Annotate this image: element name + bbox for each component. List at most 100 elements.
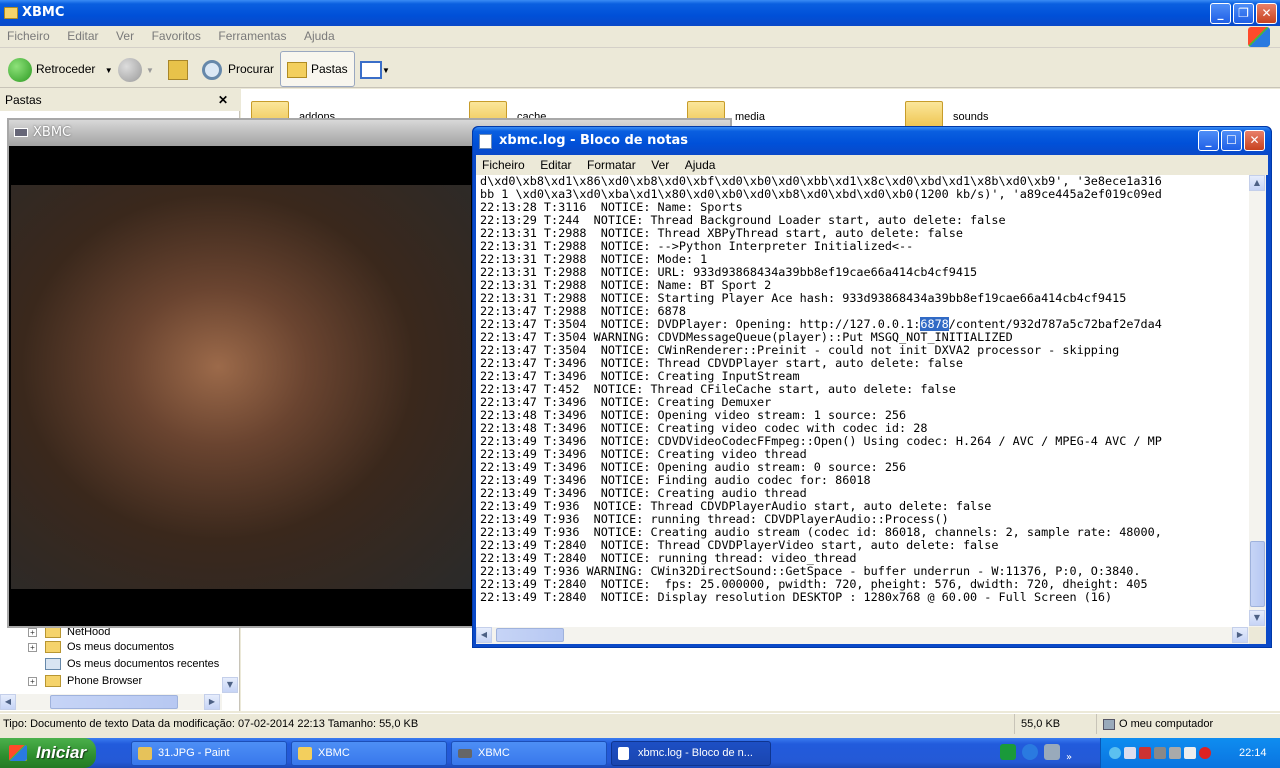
paint-icon: [138, 747, 152, 760]
scroll-down-button[interactable]: ▼: [1249, 610, 1265, 626]
computer-icon: [1103, 718, 1115, 730]
tray-icon[interactable]: [1169, 747, 1181, 760]
folder-icon: [298, 747, 312, 760]
folder-sounds[interactable]: sounds: [953, 111, 988, 123]
tree-item[interactable]: + Phone Browser: [28, 673, 142, 690]
menu-ver[interactable]: Ver: [645, 155, 675, 175]
tree-item[interactable]: + Os meus documentos: [28, 639, 174, 656]
menu-formatar[interactable]: Formatar: [581, 155, 642, 175]
folders-button[interactable]: Pastas: [280, 51, 355, 87]
notepad-hscrollbar[interactable]: ◀ ▶: [476, 627, 1249, 644]
tray-icon[interactable]: [1109, 747, 1121, 760]
folders-label: Pastas: [311, 62, 348, 76]
system-tray: 22:14: [1100, 738, 1280, 768]
settings-icon[interactable]: [1044, 744, 1060, 760]
status-location: O meu computador: [1096, 714, 1213, 734]
folder-icon[interactable]: [905, 101, 943, 129]
task-paint[interactable]: 31.JPG - Paint: [131, 741, 287, 766]
task-xbmc-player[interactable]: XBMC: [451, 741, 607, 766]
log-line-end: /content/932d787a5c72baf2e7da4: [948, 317, 1162, 331]
folder-media[interactable]: media: [735, 111, 765, 123]
expand-icon[interactable]: +: [28, 642, 37, 652]
tray-icon[interactable]: [1139, 747, 1151, 760]
notepad-window: xbmc.log - Bloco de notas _ ☐ ✕ Ficheiro…: [472, 126, 1272, 648]
expand-icon[interactable]: +: [28, 627, 37, 637]
notepad-titlebar[interactable]: xbmc.log - Bloco de notas: [473, 127, 1271, 155]
scroll-up-button[interactable]: ▲: [1249, 175, 1265, 191]
search-icon: [202, 59, 222, 80]
menu-ajuda[interactable]: Ajuda: [297, 26, 342, 47]
expand-icon[interactable]: +: [28, 676, 37, 686]
scroll-down-button[interactable]: ▼: [222, 677, 238, 693]
log-line: 22:13:49 T:2840 NOTICE: Display resoluti…: [480, 590, 1113, 604]
views-button[interactable]: ▼: [360, 54, 390, 84]
maximize-button[interactable]: ☐: [1221, 130, 1242, 151]
tree-item[interactable]: Os meus documentos recentes: [28, 656, 219, 673]
status-size: 55,0 KB: [1014, 714, 1060, 734]
app-icon[interactable]: [1000, 744, 1016, 760]
scroll-thumb[interactable]: [1250, 541, 1265, 607]
scroll-right-button[interactable]: ▶: [1232, 627, 1248, 643]
explorer-titlebar[interactable]: XBMC: [0, 0, 1280, 26]
clock[interactable]: 22:14: [1239, 738, 1267, 768]
scroll-left-button[interactable]: ◀: [476, 627, 492, 643]
notepad-vscrollbar[interactable]: ▲ ▼: [1249, 175, 1266, 627]
network-icon[interactable]: [1124, 747, 1136, 760]
scroll-right-button[interactable]: ▶: [204, 694, 220, 710]
explorer-toolbar: Retroceder ▼ ▼ Procurar Pastas ▼: [0, 48, 1280, 88]
volume-icon[interactable]: [1184, 747, 1196, 760]
dropdown-arrow-icon[interactable]: ▼: [382, 66, 390, 75]
tree-hscrollbar[interactable]: ◀ ▶: [0, 694, 222, 710]
security-icon[interactable]: [1199, 747, 1211, 760]
minimize-button[interactable]: _: [1210, 3, 1231, 24]
menu-ferramentas[interactable]: Ferramentas: [211, 26, 293, 47]
chevron-icon[interactable]: »: [1066, 752, 1072, 763]
forward-arrow-icon: [118, 57, 142, 82]
dropdown-arrow-icon[interactable]: ▼: [146, 66, 154, 75]
log-line-start: 22:13:47 T:3504 NOTICE: DVDPlayer: Openi…: [480, 317, 921, 331]
folders-pane-header: Pastas ✕: [0, 89, 240, 111]
search-button[interactable]: Procurar: [202, 54, 274, 84]
browser-icon[interactable]: [1022, 744, 1038, 760]
close-button[interactable]: ✕: [1244, 130, 1265, 151]
video-frame[interactable]: [11, 185, 471, 589]
xbmc-title: XBMC: [33, 125, 72, 140]
tree-item-label: Os meus documentos: [67, 641, 174, 653]
views-icon: [360, 60, 382, 79]
selected-text: 6878: [920, 317, 949, 331]
start-button[interactable]: Iniciar: [0, 738, 96, 768]
task-label: XBMC: [478, 747, 510, 759]
windows-logo-icon: [1248, 27, 1270, 47]
scroll-left-button[interactable]: ◀: [0, 694, 16, 710]
back-button[interactable]: Retroceder ▼: [8, 54, 113, 84]
menu-ajuda[interactable]: Ajuda: [679, 155, 722, 175]
resize-grip[interactable]: [1249, 627, 1266, 644]
menu-ver[interactable]: Ver: [109, 26, 141, 47]
menu-editar[interactable]: Editar: [60, 26, 105, 47]
xbmc-icon: [458, 749, 472, 758]
dropdown-arrow-icon[interactable]: ▼: [105, 66, 113, 75]
taskbar: Iniciar 31.JPG - Paint XBMC XBMC xbmc.lo…: [0, 738, 1280, 768]
task-xbmc-folder[interactable]: XBMC: [291, 741, 447, 766]
search-label: Procurar: [228, 62, 275, 76]
menu-favoritos[interactable]: Favoritos: [145, 26, 208, 47]
close-pane-icon[interactable]: ✕: [218, 89, 228, 111]
menu-editar[interactable]: Editar: [534, 155, 577, 175]
tray-icon[interactable]: [1154, 747, 1166, 760]
maximize-button[interactable]: ❐: [1233, 3, 1254, 24]
up-folder-button[interactable]: [168, 54, 190, 84]
notepad-text-area[interactable]: d\xd0\xb8\xd1\x86\xd0\xb8\xd0\xbf\xd0\xb…: [476, 175, 1249, 627]
windows-logo-icon: [9, 745, 27, 761]
task-label: xbmc.log - Bloco de n...: [638, 747, 753, 759]
menu-ficheiro[interactable]: Ficheiro: [476, 155, 531, 175]
forward-button[interactable]: ▼: [118, 54, 154, 84]
task-notepad[interactable]: xbmc.log - Bloco de n...: [611, 741, 771, 766]
quick-launch: »: [1000, 744, 1072, 763]
menu-ficheiro[interactable]: Ficheiro: [0, 26, 57, 47]
close-button[interactable]: ✕: [1256, 3, 1277, 24]
status-location-label: O meu computador: [1119, 718, 1214, 730]
scroll-thumb[interactable]: [496, 628, 564, 642]
folder-icon: [45, 675, 61, 688]
scroll-thumb[interactable]: [50, 695, 178, 709]
minimize-button[interactable]: _: [1198, 130, 1219, 151]
